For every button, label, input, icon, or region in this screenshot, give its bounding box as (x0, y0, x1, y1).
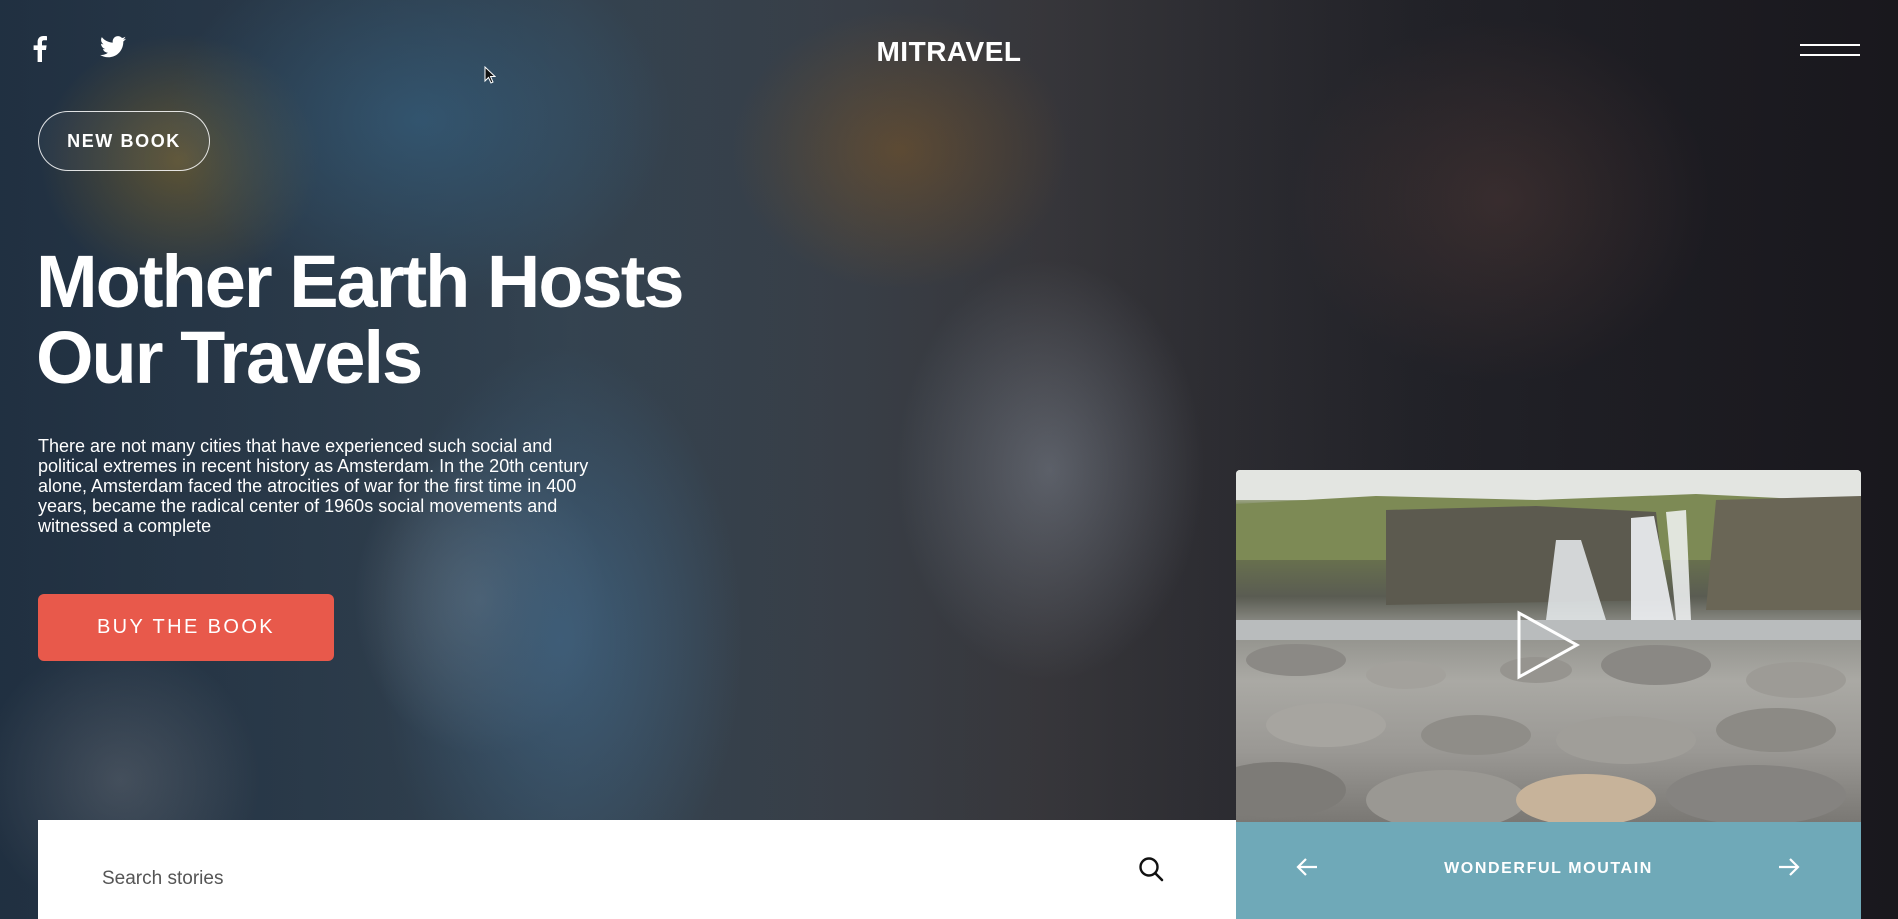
hero-title-line-1: Mother Earth Hosts (36, 240, 685, 323)
arrow-right-icon[interactable] (1778, 858, 1800, 876)
hero-title: Mother Earth Hosts Our Travels (36, 244, 756, 396)
site-logo[interactable]: MITRAVEL (0, 36, 1898, 68)
hero-title-line-2: Our Travels (36, 316, 423, 399)
mouse-cursor-icon (484, 66, 496, 84)
video-caption-bar: WONDERFUL MOUTAIN (1236, 822, 1861, 919)
search-bar (38, 820, 1238, 919)
video-card: WONDERFUL MOUTAIN (1236, 470, 1861, 919)
play-icon[interactable] (1516, 610, 1580, 680)
buy-the-book-button[interactable]: BUY THE BOOK (38, 594, 334, 661)
search-input[interactable] (100, 864, 1004, 894)
search-icon[interactable] (1138, 856, 1164, 882)
video-thumbnail[interactable] (1236, 470, 1861, 822)
video-caption-title: WONDERFUL MOUTAIN (1444, 860, 1653, 877)
new-book-badge[interactable]: NEW BOOK (38, 111, 210, 171)
hamburger-menu-icon[interactable] (1800, 44, 1860, 60)
hero-description: There are not many cities that have expe… (38, 436, 589, 536)
